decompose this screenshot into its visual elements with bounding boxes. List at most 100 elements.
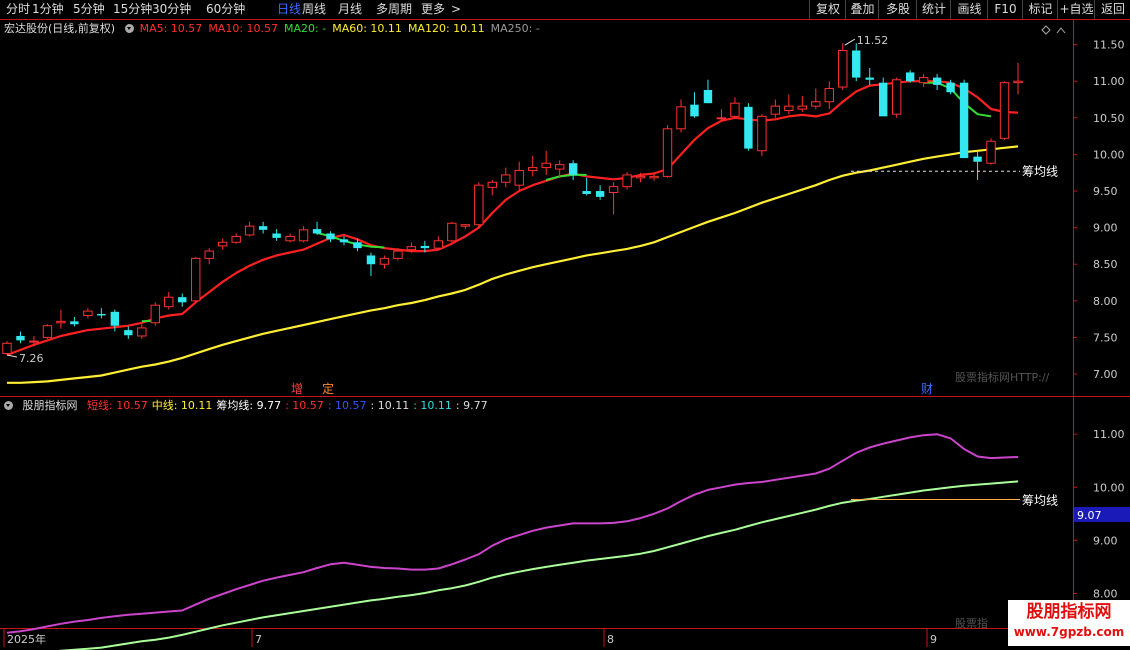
candle-body	[70, 321, 79, 325]
candle-body	[110, 311, 120, 326]
high-pointer	[844, 38, 856, 46]
site-logo: 股朋指标网 www.7gpzb.com	[1008, 600, 1130, 646]
low-pointer	[6, 354, 18, 358]
y-tick-label: 8.50	[1093, 258, 1118, 271]
candle	[244, 221, 255, 237]
candle-body	[608, 186, 619, 193]
candle-body	[1013, 80, 1023, 84]
candle	[366, 252, 376, 276]
chou-jun-label: 筹均线	[1022, 164, 1058, 178]
short-line	[6, 433, 1019, 634]
candle-body	[703, 90, 713, 104]
candle-body	[366, 255, 376, 265]
candle-body	[918, 77, 929, 84]
candle	[676, 99, 686, 133]
candle	[298, 226, 309, 243]
candle	[757, 114, 767, 156]
candle	[217, 238, 228, 250]
candle-body	[204, 250, 214, 259]
candle-body	[824, 88, 834, 103]
candle	[716, 109, 727, 121]
candle-body	[460, 224, 471, 227]
candle-body	[433, 240, 444, 249]
y-tick-label: 9.00	[1093, 222, 1118, 235]
candle	[824, 81, 834, 110]
candle-body	[716, 117, 727, 120]
x-tick-label: 9	[930, 633, 937, 646]
y-tick-label: 10.00	[1093, 481, 1125, 494]
candle	[204, 248, 214, 265]
candle	[97, 308, 106, 319]
candle	[433, 236, 444, 250]
diamond-icon	[1041, 25, 1051, 35]
candle	[272, 229, 281, 241]
candle	[83, 308, 93, 319]
candle-body	[393, 250, 403, 259]
candle-body	[865, 77, 874, 80]
candle	[501, 167, 511, 188]
candle-body	[406, 246, 417, 251]
candle-body	[514, 170, 524, 186]
candle-body	[258, 226, 268, 230]
candle-body	[178, 297, 187, 303]
candle-body	[757, 115, 767, 152]
candle	[528, 155, 538, 177]
high-label: 11.52	[857, 34, 889, 47]
candle-body	[124, 330, 133, 336]
candle	[703, 79, 713, 104]
candle-body	[999, 82, 1010, 139]
y-tick-label: 9.00	[1093, 534, 1118, 547]
candle	[582, 177, 591, 196]
candle-body	[554, 164, 565, 170]
candle-body	[744, 106, 753, 149]
event-marker: 财	[921, 382, 933, 396]
event-marker: 增	[291, 382, 303, 396]
candle-body	[946, 82, 955, 93]
candle-body	[231, 235, 241, 243]
candle	[56, 309, 66, 329]
candle	[191, 256, 201, 303]
candle	[178, 293, 187, 307]
candle-body	[29, 340, 39, 343]
y-tick-label: 10.00	[1093, 148, 1125, 161]
candle	[744, 103, 753, 151]
x-tick-label: 8	[607, 633, 614, 646]
candle-body	[447, 222, 457, 242]
candle	[608, 182, 619, 215]
candle	[70, 316, 79, 327]
candle	[918, 73, 929, 88]
candle	[595, 185, 605, 200]
candle	[474, 182, 484, 228]
candle-body	[191, 257, 201, 302]
candle-body	[582, 191, 591, 194]
y-tick-label: 11.00	[1093, 428, 1125, 441]
candle	[879, 77, 888, 117]
candle	[959, 79, 969, 159]
event-marker: 定	[322, 381, 334, 396]
candle	[1013, 62, 1023, 95]
candle-body	[97, 314, 106, 316]
candle	[124, 326, 133, 339]
candle	[852, 43, 861, 82]
candle-body	[42, 325, 53, 338]
candle-body	[137, 327, 147, 337]
candle-body	[353, 242, 362, 249]
chou-jun-label-sub: 筹均线	[1022, 493, 1058, 507]
candle-body	[528, 167, 538, 172]
chart-svg: 7.00 7.50 8.00 8.50 9.00 9.50 10.00 10.50 11.00 1…	[0, 19, 1130, 650]
candle-body	[285, 235, 295, 242]
candle-body	[770, 105, 781, 115]
candle-body	[339, 239, 349, 243]
candle	[770, 99, 781, 118]
candle-body	[730, 102, 740, 117]
candle	[932, 73, 942, 91]
y-tick-label: 11.00	[1093, 75, 1125, 88]
candle-body	[474, 184, 484, 226]
candle	[487, 180, 497, 196]
candle-body	[379, 257, 390, 265]
candle-body	[244, 225, 255, 236]
candle-body	[272, 233, 281, 238]
value-marker-label: 9.07	[1077, 509, 1102, 522]
candle-body	[973, 156, 982, 162]
watermark-sub: 股票指	[955, 616, 988, 630]
